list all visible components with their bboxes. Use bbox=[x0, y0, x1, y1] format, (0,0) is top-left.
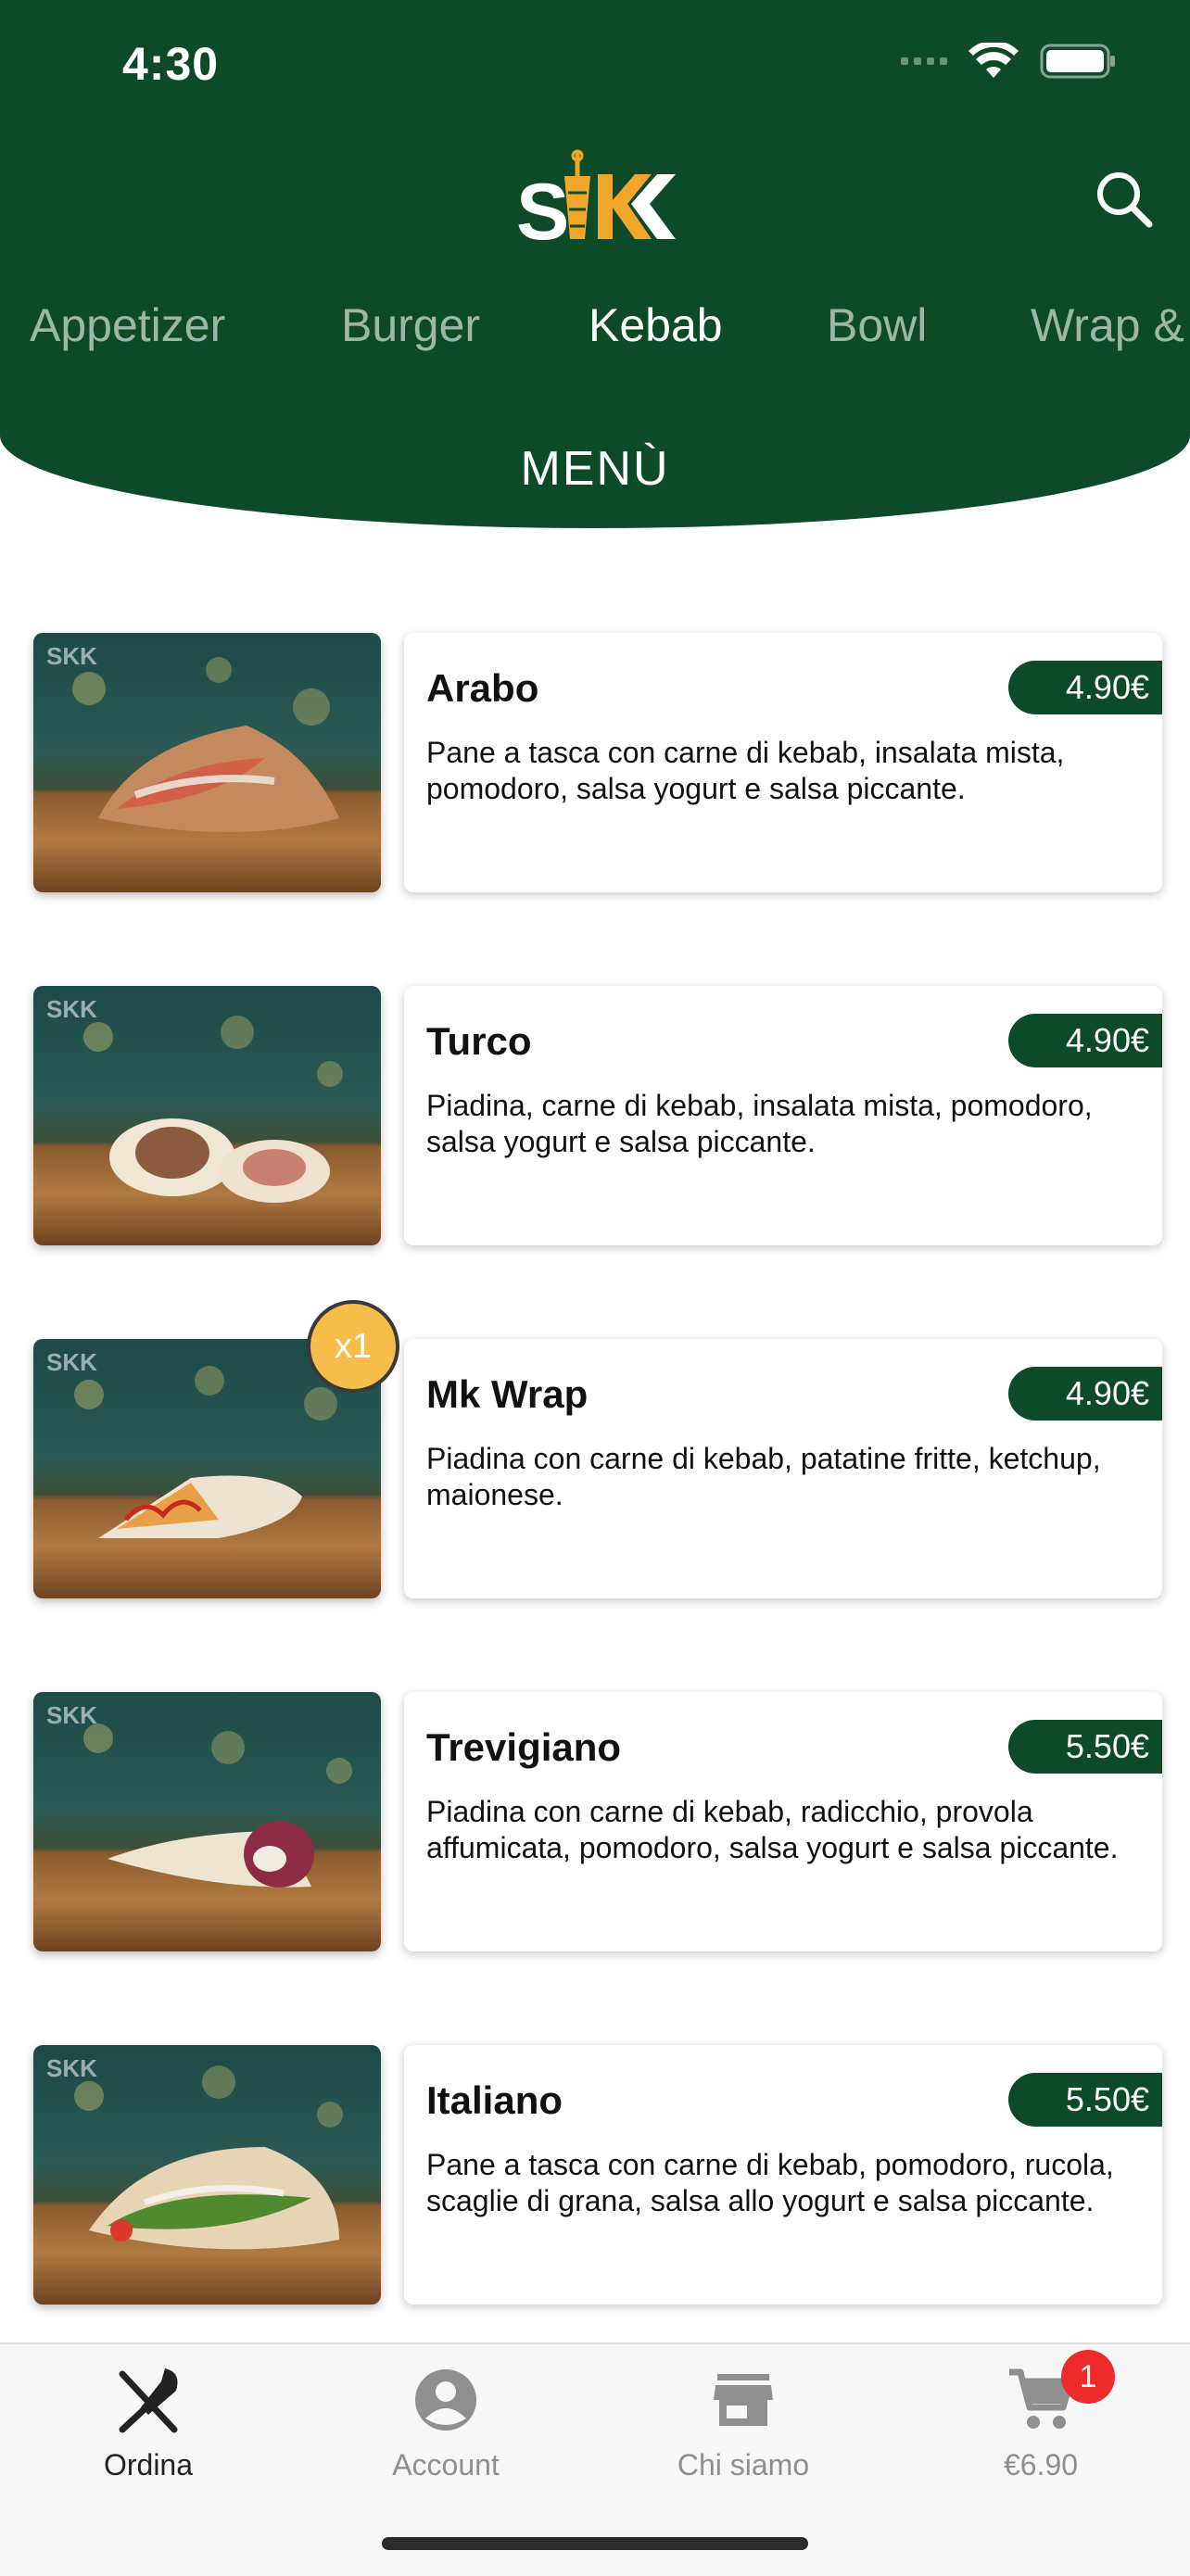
product-description: Pane a tasca con carne di kebab, pomodor… bbox=[426, 2148, 1114, 2217]
nav-label: Ordina bbox=[103, 2448, 194, 2481]
wifi-icon bbox=[968, 43, 1019, 78]
product-name: Arabo bbox=[426, 666, 539, 710]
svg-text:SKK: SKK bbox=[46, 1701, 97, 1729]
product-name: Italiano bbox=[426, 2078, 563, 2122]
product-name: Turco bbox=[426, 1019, 532, 1063]
app-header: 4:30 S Appetizer Burger Kebab Bowl Wrap … bbox=[0, 0, 1190, 528]
svg-text:SKK: SKK bbox=[46, 642, 97, 670]
cart-total-label: €6.90 bbox=[1003, 2448, 1079, 2481]
product-image[interactable]: SKK bbox=[33, 986, 381, 1245]
product-description: Pane a tasca con carne di kebab, insalat… bbox=[426, 736, 1065, 805]
svg-text:SKK: SKK bbox=[46, 995, 97, 1023]
nav-label: Chi siamo bbox=[677, 2448, 810, 2481]
price-tag: 4.90€ bbox=[1008, 661, 1162, 714]
list-item[interactable]: SKK Turco 4.90€ Piadina, carne di kebab,… bbox=[0, 983, 1190, 1247]
nav-chi-siamo[interactable]: Chi siamo bbox=[632, 2363, 855, 2482]
product-description: Piadina, carne di kebab, insalata mista,… bbox=[426, 1089, 1093, 1158]
product-name: Mk Wrap bbox=[426, 1372, 589, 1416]
product-description: Piadina con carne di kebab, patatine fri… bbox=[426, 1442, 1101, 1511]
category-tabs: Appetizer Burger Kebab Bowl Wrap & bbox=[0, 298, 1190, 363]
svg-text:SKK: SKK bbox=[46, 2054, 97, 2082]
nav-label: Account bbox=[392, 2448, 500, 2481]
product-card[interactable]: Italiano 5.50€ Pane a tasca con carne di… bbox=[404, 2045, 1162, 2305]
home-indicator[interactable] bbox=[382, 2537, 808, 2550]
nav-account[interactable]: Account bbox=[335, 2363, 557, 2482]
product-image[interactable]: SKK bbox=[33, 633, 381, 892]
quantity-badge: x1 bbox=[307, 1300, 399, 1393]
product-image[interactable]: SKK bbox=[33, 2045, 381, 2305]
menu-title: MENÙ bbox=[520, 442, 670, 496]
list-item[interactable]: SKK Trevigiano 5.50€ Piadina con carne d… bbox=[0, 1689, 1190, 1953]
skk-logo: S bbox=[516, 149, 676, 250]
list-item[interactable]: SKK Arabo 4.90€ Pane a tasca con carne d… bbox=[0, 630, 1190, 894]
svg-text:S: S bbox=[516, 168, 569, 250]
nav-cart[interactable]: 1 €6.90 bbox=[930, 2350, 1152, 2482]
tab-bowl[interactable]: Bowl bbox=[827, 298, 927, 352]
tab-kebab[interactable]: Kebab bbox=[589, 298, 723, 352]
list-item[interactable]: SKK x1 Mk Wrap 4.90€ Piadina con carne d… bbox=[0, 1300, 1190, 1600]
product-image[interactable]: SKK bbox=[33, 1692, 381, 1951]
product-card[interactable]: Mk Wrap 4.90€ Piadina con carne di kebab… bbox=[404, 1339, 1162, 1598]
product-card[interactable]: Arabo 4.90€ Pane a tasca con carne di ke… bbox=[404, 633, 1162, 892]
product-description: Piadina con carne di kebab, radicchio, p… bbox=[426, 1795, 1119, 1864]
tab-burger[interactable]: Burger bbox=[341, 298, 480, 352]
product-card[interactable]: Trevigiano 5.50€ Piadina con carne di ke… bbox=[404, 1692, 1162, 1951]
price-tag: 4.90€ bbox=[1008, 1014, 1162, 1067]
tab-wrap[interactable]: Wrap & bbox=[1031, 298, 1184, 352]
store-icon bbox=[714, 2374, 773, 2426]
list-item[interactable]: SKK Italiano 5.50€ Pane a tasca con carn… bbox=[0, 2042, 1190, 2306]
nav-ordina[interactable]: Ordina bbox=[37, 2363, 260, 2482]
product-name: Trevigiano bbox=[426, 1725, 622, 1769]
cart-count-badge: 1 bbox=[1061, 2350, 1115, 2404]
tab-appetizer[interactable]: Appetizer bbox=[30, 298, 225, 352]
status-time: 4:30 bbox=[122, 38, 220, 90]
status-icons bbox=[901, 43, 1116, 80]
product-card[interactable]: Turco 4.90€ Piadina, carne di kebab, ins… bbox=[404, 986, 1162, 1245]
price-tag: 5.50€ bbox=[1008, 2073, 1162, 2127]
battery-icon bbox=[1040, 44, 1115, 79]
fork-knife-icon bbox=[119, 2368, 178, 2433]
price-tag: 5.50€ bbox=[1008, 1720, 1162, 1774]
search-icon[interactable] bbox=[1092, 167, 1157, 232]
account-icon bbox=[415, 2369, 476, 2431]
cellular-signal-icon bbox=[901, 57, 947, 65]
price-tag: 4.90€ bbox=[1008, 1367, 1162, 1421]
svg-text:SKK: SKK bbox=[46, 1348, 97, 1376]
